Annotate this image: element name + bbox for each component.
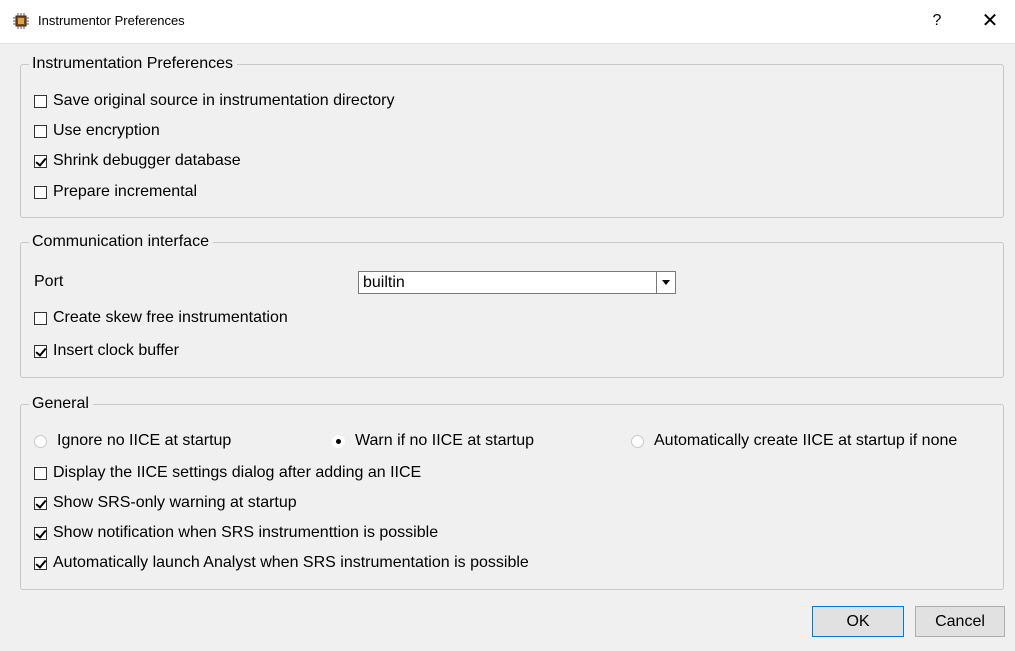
checkbox-label: Show SRS-only warning at startup — [53, 494, 297, 511]
checkbox-box[interactable] — [34, 496, 47, 510]
checkbox-label: Prepare incremental — [53, 183, 198, 200]
checkbox-label: Display the IICE settings dialog after a… — [53, 464, 422, 481]
checkbox-box[interactable] — [34, 185, 47, 199]
checkbox-label: Shrink debugger database — [53, 152, 241, 169]
help-button[interactable]: ? — [920, 6, 954, 36]
auto-create-iice-radio[interactable]: Automatically create IICE at startup if … — [631, 432, 957, 450]
use-encryption-checkbox[interactable]: Use encryption — [34, 122, 160, 140]
radio-label: Warn if no IICE at startup — [355, 432, 535, 449]
checkbox-box[interactable] — [34, 526, 47, 540]
radio-label: Ignore no IICE at startup — [57, 432, 232, 449]
checkbox-label: Automatically launch Analyst when SRS in… — [53, 554, 529, 571]
ignore-no-iice-radio[interactable]: Ignore no IICE at startup — [34, 432, 231, 450]
checkbox-box[interactable] — [34, 466, 47, 480]
checkbox-box[interactable] — [34, 154, 47, 168]
checkbox-box[interactable] — [34, 311, 47, 325]
checkbox-label: Create skew free instrumentation — [53, 309, 288, 326]
close-button[interactable]: ✕ — [970, 6, 1010, 36]
radio-label: Automatically create IICE at startup if … — [654, 432, 958, 449]
group-legend: General — [29, 395, 93, 413]
cancel-button[interactable]: Cancel — [915, 606, 1005, 637]
warn-if-no-iice-radio[interactable]: Warn if no IICE at startup — [332, 432, 534, 450]
title-bar: Instrumentor Preferences ? ✕ — [0, 0, 1015, 44]
checkbox-label: Insert clock buffer — [53, 342, 179, 359]
insert-clock-buffer-checkbox[interactable]: Insert clock buffer — [34, 342, 179, 360]
auto-launch-analyst-checkbox[interactable]: Automatically launch Analyst when SRS in… — [34, 554, 529, 572]
checkbox-box[interactable] — [34, 344, 47, 358]
show-srs-only-warning-checkbox[interactable]: Show SRS-only warning at startup — [34, 494, 297, 512]
show-notification-checkbox[interactable]: Show notification when SRS instrumenttio… — [34, 524, 438, 542]
save-original-source-checkbox[interactable]: Save original source in instrumentation … — [34, 92, 395, 110]
window-title: Instrumentor Preferences — [38, 13, 185, 28]
radio-button[interactable] — [34, 434, 47, 448]
port-select-value: builtin — [363, 274, 405, 291]
radio-button[interactable] — [332, 434, 345, 448]
checkbox-box[interactable] — [34, 556, 47, 570]
chip-icon — [13, 13, 29, 29]
prepare-incremental-checkbox[interactable]: Prepare incremental — [34, 183, 197, 201]
checkbox-label: Use encryption — [53, 122, 160, 139]
ok-button[interactable]: OK — [812, 606, 904, 637]
checkbox-label: Show notification when SRS instrumenttio… — [53, 524, 439, 541]
checkbox-box[interactable] — [34, 124, 47, 138]
group-legend: Instrumentation Preferences — [29, 55, 237, 73]
shrink-debugger-database-checkbox[interactable]: Shrink debugger database — [34, 152, 241, 170]
group-legend: Communication interface — [29, 233, 213, 251]
checkbox-label: Save original source in instrumentation … — [53, 92, 395, 109]
chevron-down-icon[interactable] — [656, 272, 675, 293]
port-select[interactable]: builtin — [358, 271, 676, 294]
checkbox-box[interactable] — [34, 94, 47, 108]
port-label: Port — [34, 273, 64, 290]
create-skew-free-checkbox[interactable]: Create skew free instrumentation — [34, 309, 288, 327]
display-iice-settings-checkbox[interactable]: Display the IICE settings dialog after a… — [34, 464, 421, 482]
radio-button[interactable] — [631, 434, 644, 448]
